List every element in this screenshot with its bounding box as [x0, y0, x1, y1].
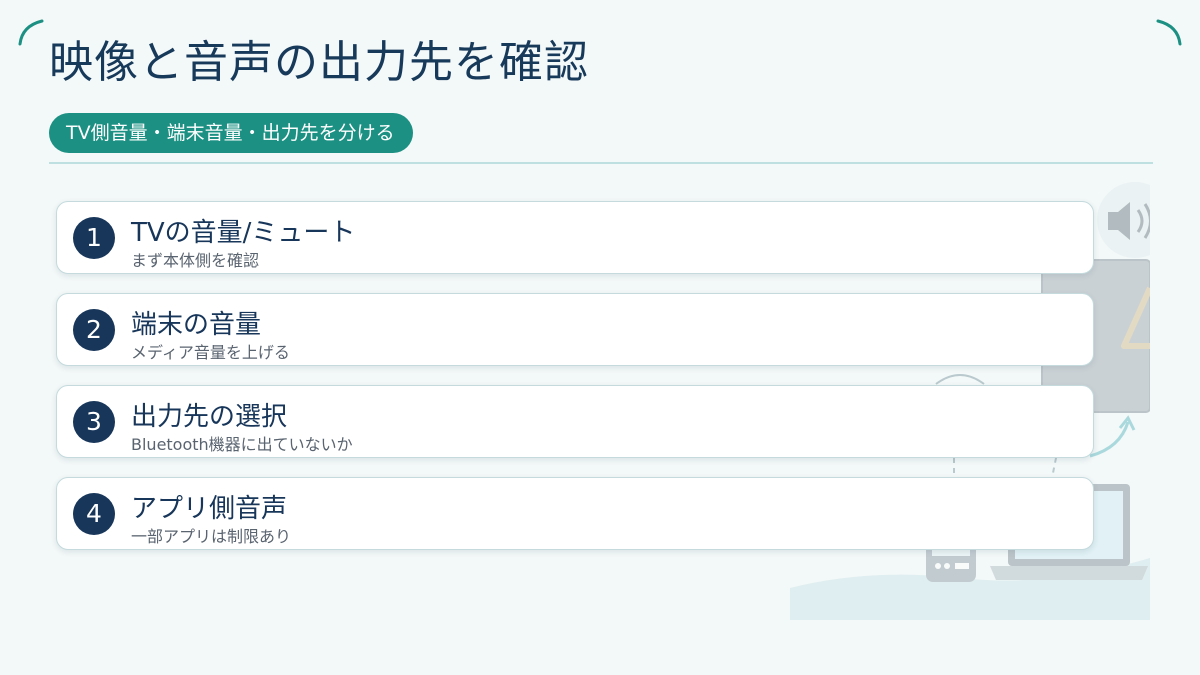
step-card-4: 4 アプリ側音声 一部アプリは制限あり [56, 477, 1094, 550]
step-title: TVの音量/ミュート [131, 218, 356, 248]
step-title: 端末の音量 [131, 310, 262, 340]
step-subtitle: Bluetooth機器に出ていないか [131, 435, 353, 454]
step-number-badge: 2 [73, 309, 115, 351]
page-title: 映像と音声の出力先を確認 [49, 37, 589, 88]
step-title: アプリ側音声 [131, 494, 288, 524]
arrow-icon [1089, 415, 1136, 458]
step-subtitle: まず本体側を確認 [131, 251, 260, 270]
step-number-badge: 3 [73, 401, 115, 443]
step-card-2: 2 端末の音量 メディア音量を上げる [56, 293, 1094, 366]
speaker-icon [1097, 182, 1150, 258]
step-subtitle: 一部アプリは制限あり [131, 527, 292, 546]
subtitle-pill: TV側音量・端末音量・出力先を分ける [49, 113, 413, 153]
header-divider [49, 162, 1153, 164]
step-card-3: 3 出力先の選択 Bluetooth機器に出ていないか [56, 385, 1094, 458]
step-card-1: 1 TVの音量/ミュート まず本体側を確認 [56, 201, 1094, 274]
step-subtitle: メディア音量を上げる [131, 343, 290, 362]
step-title: 出力先の選択 [131, 402, 288, 432]
step-number-badge: 4 [73, 493, 115, 535]
corner-accent-right [1156, 19, 1182, 46]
step-number-badge: 1 [73, 217, 115, 259]
corner-accent-left [18, 19, 44, 46]
